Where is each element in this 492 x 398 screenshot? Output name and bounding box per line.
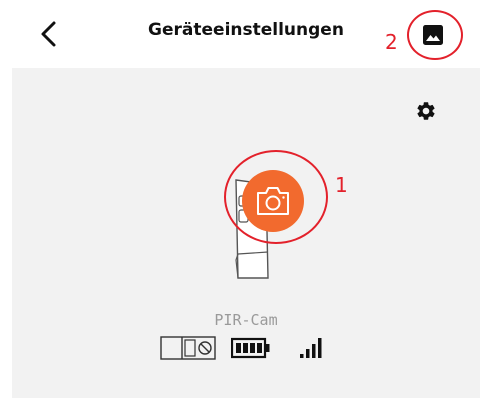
signal-icon <box>300 338 322 358</box>
annotation-ring-2 <box>407 10 463 60</box>
annotation-number-2: 2 <box>385 30 398 54</box>
annotation-ring-1 <box>224 150 328 244</box>
door-sensor-icon <box>160 336 216 360</box>
settings-button[interactable] <box>415 100 437 122</box>
battery-icon <box>231 337 270 359</box>
gear-icon <box>417 102 435 120</box>
device-name: PIR-Cam <box>214 311 278 329</box>
annotation-number-1: 1 <box>335 173 348 197</box>
